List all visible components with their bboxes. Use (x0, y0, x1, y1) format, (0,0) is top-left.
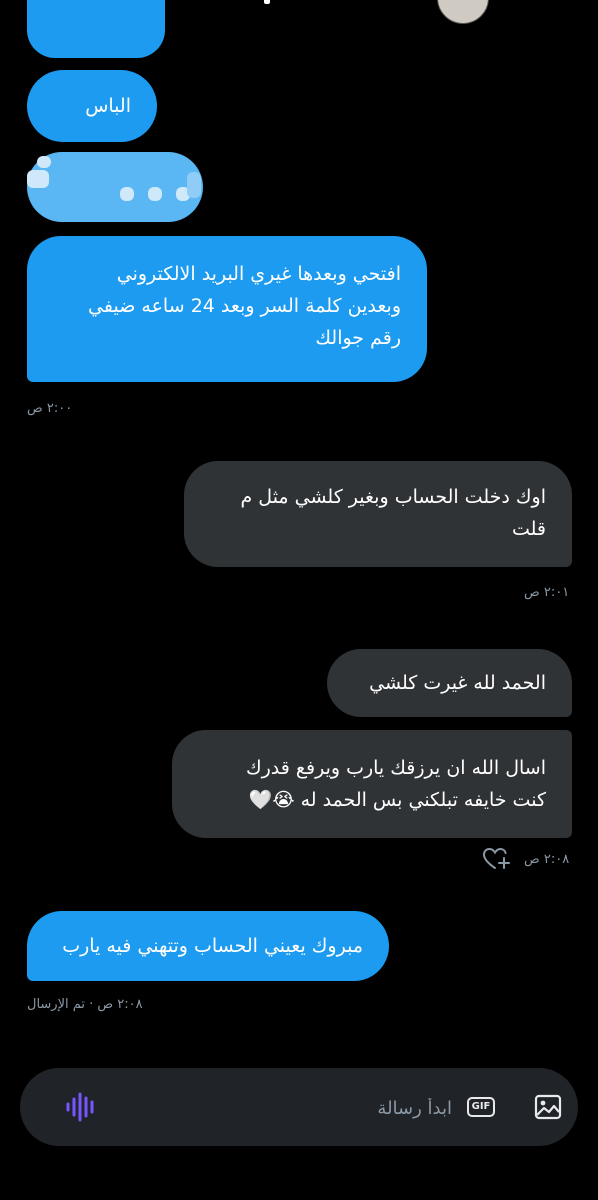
gif-label: GIF (466, 1097, 496, 1117)
message-timestamp: ٢:٠٠ ص (27, 401, 73, 416)
message-bubble-received[interactable]: الحمد لله غيرت كلشي (327, 649, 572, 717)
avatar[interactable] (437, 0, 489, 24)
image-icon[interactable] (532, 1091, 564, 1123)
message-text-line: قلت (511, 518, 546, 540)
message-bubble-sent[interactable]: الباس (27, 70, 157, 142)
message-bubble-sent[interactable]: مبروك يعيني الحساب وتتهني فيه يارب (27, 911, 389, 981)
message-text: مبروك يعيني الحساب وتتهني فيه يارب (62, 935, 363, 957)
message-text-line: وبعدين كلمة السر وبعد 24 ساعه ضيفي (88, 295, 401, 317)
message-text-line: كنت خايفه تبلكني بس الحمد له 😭🤍 (248, 789, 546, 811)
message-timestamp: ٢:٠١ ص (524, 585, 570, 600)
header-name-fragment (264, 0, 270, 4)
message-text-line: اسال الله ان يرزقك يارب ويرفع قدرك (245, 757, 546, 779)
message-text-line: اوك دخلت الحساب وبغير كلشي مثل م (240, 486, 547, 508)
heart-plus-icon[interactable] (482, 846, 512, 872)
message-input[interactable] (320, 1092, 454, 1124)
message-bubble-received[interactable]: اسال الله ان يرزقك يارب ويرفع قدرك كنت خ… (172, 730, 572, 838)
message-text: الحمد لله غيرت كلشي (369, 672, 546, 694)
message-bubble-received[interactable]: اوك دخلت الحساب وبغير كلشي مثل م قلت (184, 461, 572, 567)
redacted-message-bubble[interactable] (27, 152, 203, 222)
message-text-line: رقم جوالك (315, 327, 401, 349)
message-bubble-sent[interactable]: افتحي وبعدها غيري البريد الالكتروني وبعد… (27, 236, 427, 382)
message-timestamp: ٢:٠٨ ص (524, 852, 570, 867)
message-composer: GIF (20, 1068, 578, 1146)
voice-wave-icon[interactable] (62, 1090, 102, 1124)
message-status: ٢:٠٨ ص · تم الإرسال (27, 997, 143, 1012)
message-text: الباس (85, 95, 131, 117)
gif-icon[interactable]: GIF (466, 1092, 496, 1122)
message-text-line: افتحي وبعدها غيري البريد الالكتروني (116, 263, 401, 285)
message-bubble-sent[interactable] (27, 0, 165, 58)
